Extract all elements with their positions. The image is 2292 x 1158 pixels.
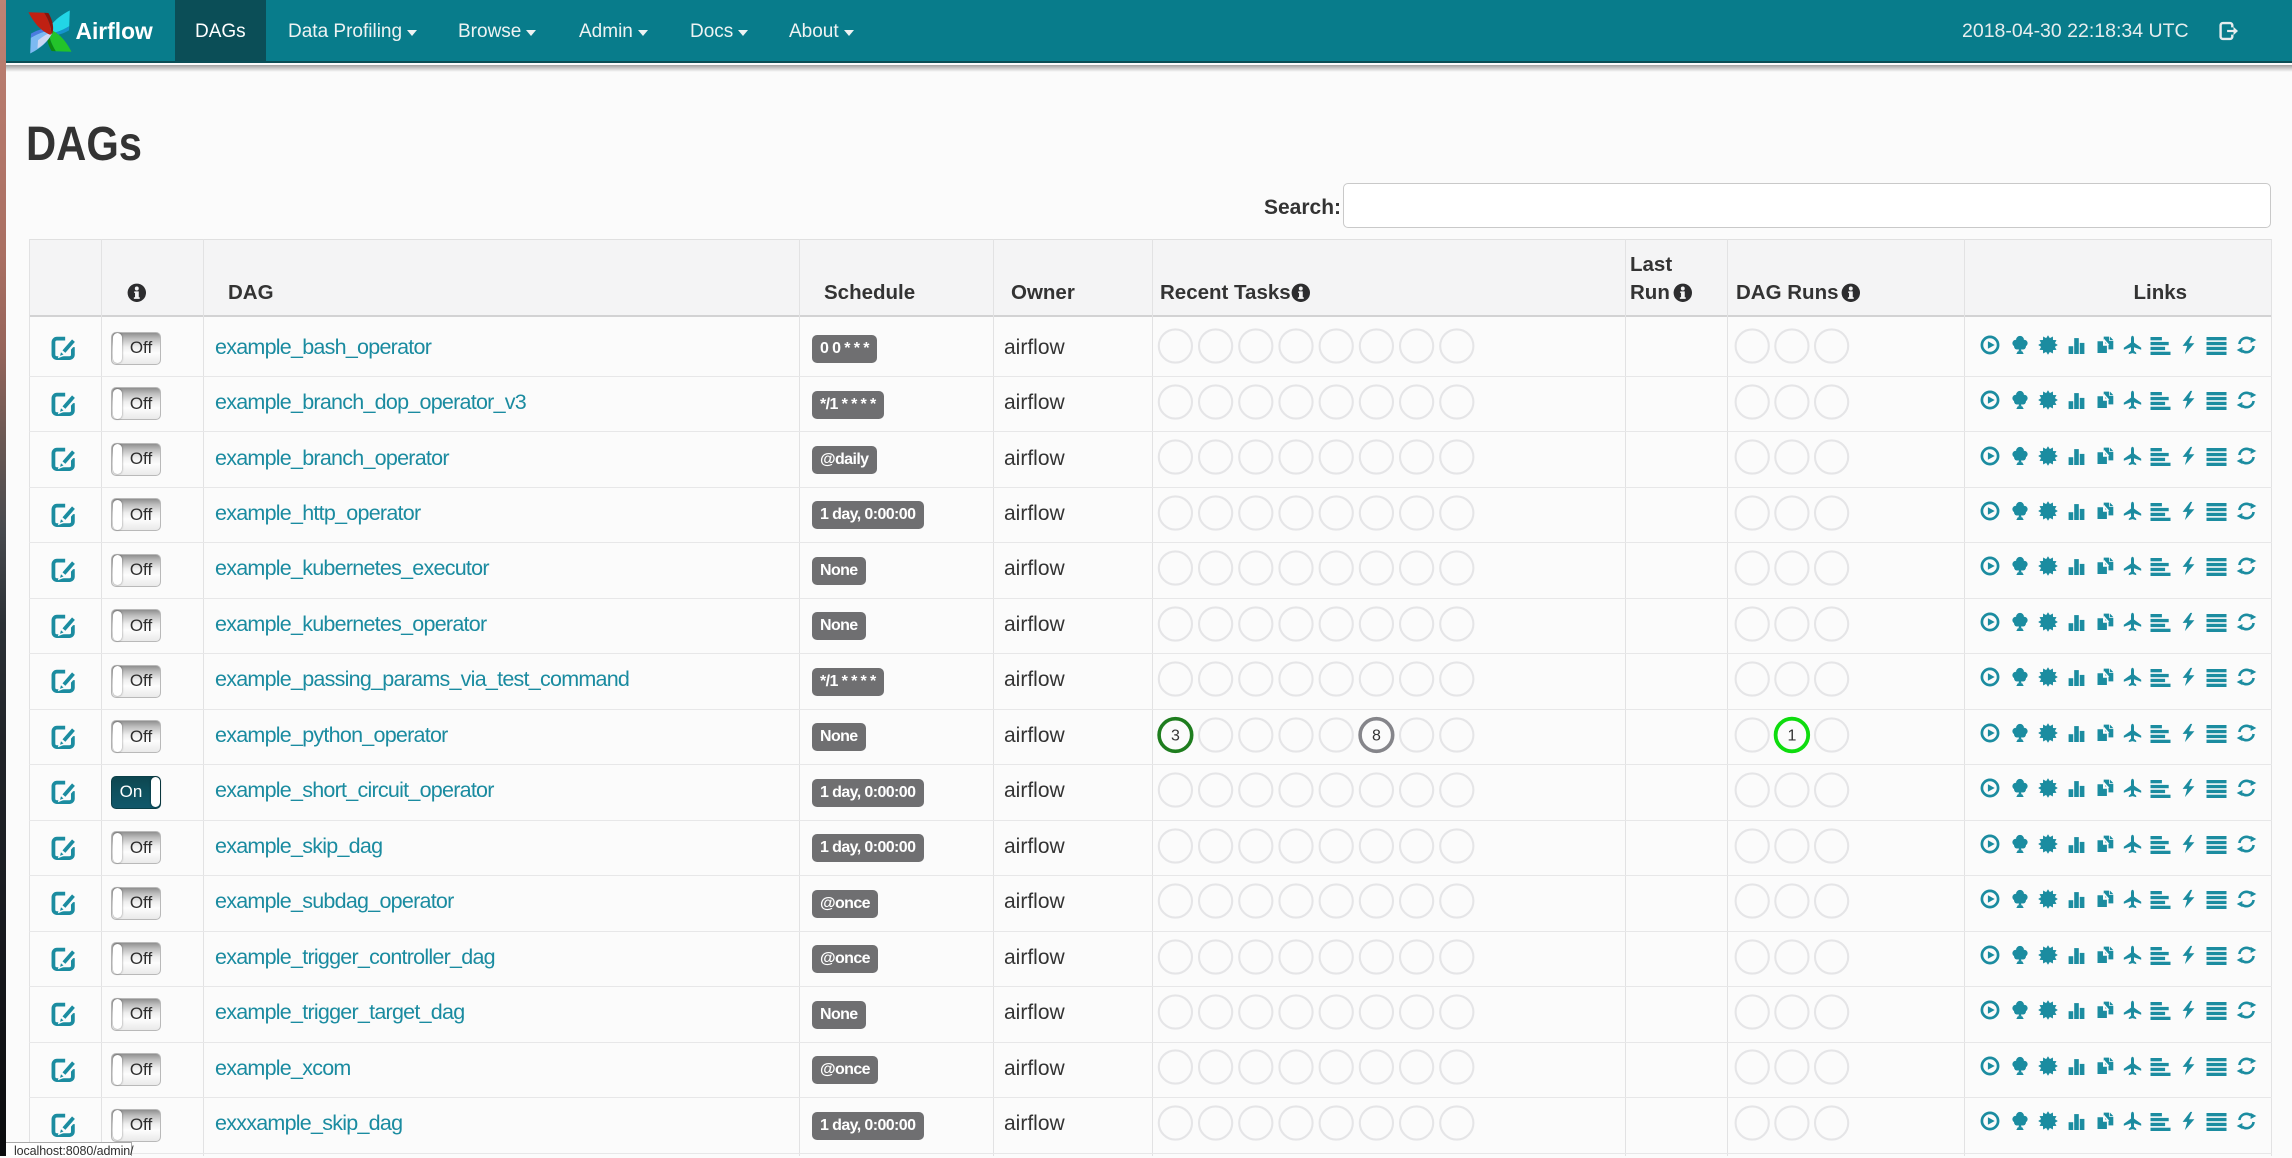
svg-text:8: 8	[1371, 727, 1380, 744]
svg-text:1: 1	[1787, 727, 1796, 744]
svg-text:3: 3	[1170, 727, 1179, 744]
